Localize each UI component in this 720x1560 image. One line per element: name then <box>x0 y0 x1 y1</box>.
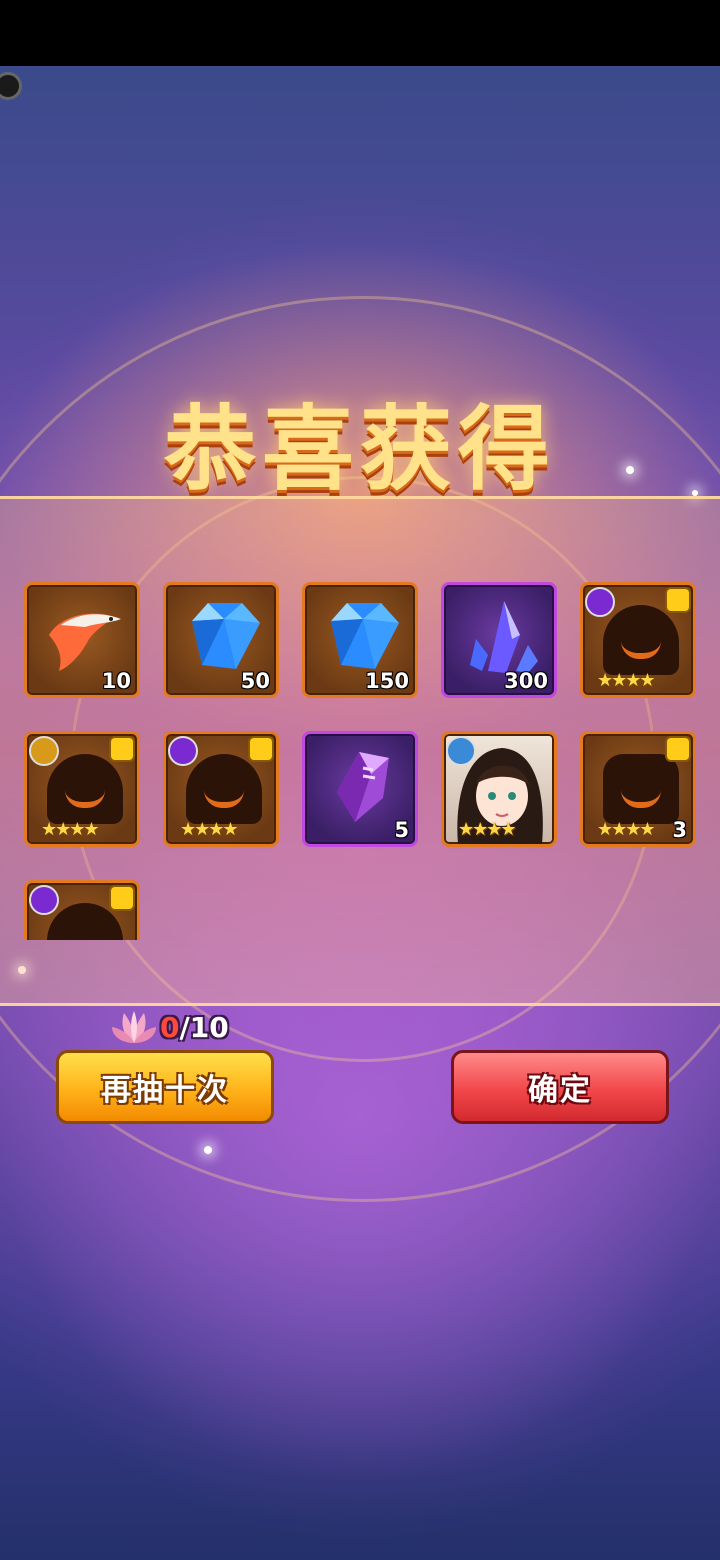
item-quantity: 3 <box>672 818 687 842</box>
confirm-button[interactable]: 确定 <box>451 1050 669 1124</box>
reward-grid: 10 50 150 300 ★★★★ ★★★★ ★★★★ 5 ★★★★ ★★★★… <box>24 582 704 940</box>
moon-element-icon <box>168 736 198 766</box>
reward-item-diamond[interactable]: 50 <box>163 582 279 698</box>
star-rating: ★★★★ <box>180 819 239 840</box>
koi-fish-icon <box>49 613 121 671</box>
reward-item-rune-crystal[interactable]: 5 <box>302 731 418 847</box>
rune-crystal-icon <box>337 752 389 822</box>
puzzle-piece-icon <box>667 738 689 760</box>
star-rating: ★★★★ <box>597 670 656 691</box>
ticket-current: 0 <box>160 1010 180 1044</box>
puzzle-piece-icon <box>250 738 272 760</box>
hero-silhouette-icon <box>47 754 123 824</box>
star-rating: ★★★★ <box>597 819 656 840</box>
star-rating: ★★★★ <box>41 819 100 840</box>
item-quantity: 5 <box>394 818 409 842</box>
hero-silhouette-icon <box>186 754 262 824</box>
horned-silhouette-icon <box>603 754 679 824</box>
draw-ten-again-button[interactable]: 再抽十次 <box>56 1050 274 1124</box>
element-badge-icon <box>446 736 476 766</box>
reward-item-hero-shard[interactable]: ★★★★ <box>163 731 279 847</box>
page-title: 恭喜获得 <box>163 396 556 503</box>
hero-silhouette-icon <box>603 605 679 675</box>
lotus-ticket-icon <box>112 1011 156 1043</box>
puzzle-piece-icon <box>111 738 133 760</box>
item-quantity: 10 <box>101 669 131 693</box>
draw-ticket-counter: 0/10 <box>110 1004 229 1050</box>
draw-again-label: 再抽十次 <box>101 1073 229 1108</box>
item-quantity: 150 <box>365 669 409 693</box>
reward-item-hero-portrait[interactable]: ★★★★ <box>441 731 557 847</box>
reward-item-hero-shard[interactable]: ★★★★ <box>24 731 140 847</box>
item-quantity: 300 <box>504 669 548 693</box>
status-bar <box>0 0 720 66</box>
reward-item-hero-shard[interactable]: ★★★★ <box>580 582 696 698</box>
moon-element-icon <box>29 885 59 915</box>
sparkle <box>204 1146 212 1154</box>
blue-diamond-icon <box>331 603 399 669</box>
reward-item-crystal[interactable]: 300 <box>441 582 557 698</box>
star-rating: ★★★★ <box>458 819 517 840</box>
puzzle-piece-icon <box>667 589 689 611</box>
reward-item-koi[interactable]: 10 <box>24 582 140 698</box>
purple-crystal-icon <box>470 601 538 673</box>
reward-item-hero-shard[interactable] <box>24 880 140 940</box>
reward-item-hero-shard[interactable]: ★★★★ 3 <box>580 731 696 847</box>
ticket-count: 0/10 <box>160 1011 229 1044</box>
item-quantity: 50 <box>240 669 270 693</box>
moon-element-icon <box>585 587 615 617</box>
sun-element-icon <box>29 736 59 766</box>
blue-diamond-icon <box>192 603 260 669</box>
reward-item-diamond[interactable]: 150 <box>302 582 418 698</box>
puzzle-piece-icon <box>111 887 133 909</box>
confirm-label: 确定 <box>528 1073 592 1108</box>
ticket-total: /10 <box>179 1010 229 1044</box>
hero-silhouette-icon <box>47 903 123 940</box>
